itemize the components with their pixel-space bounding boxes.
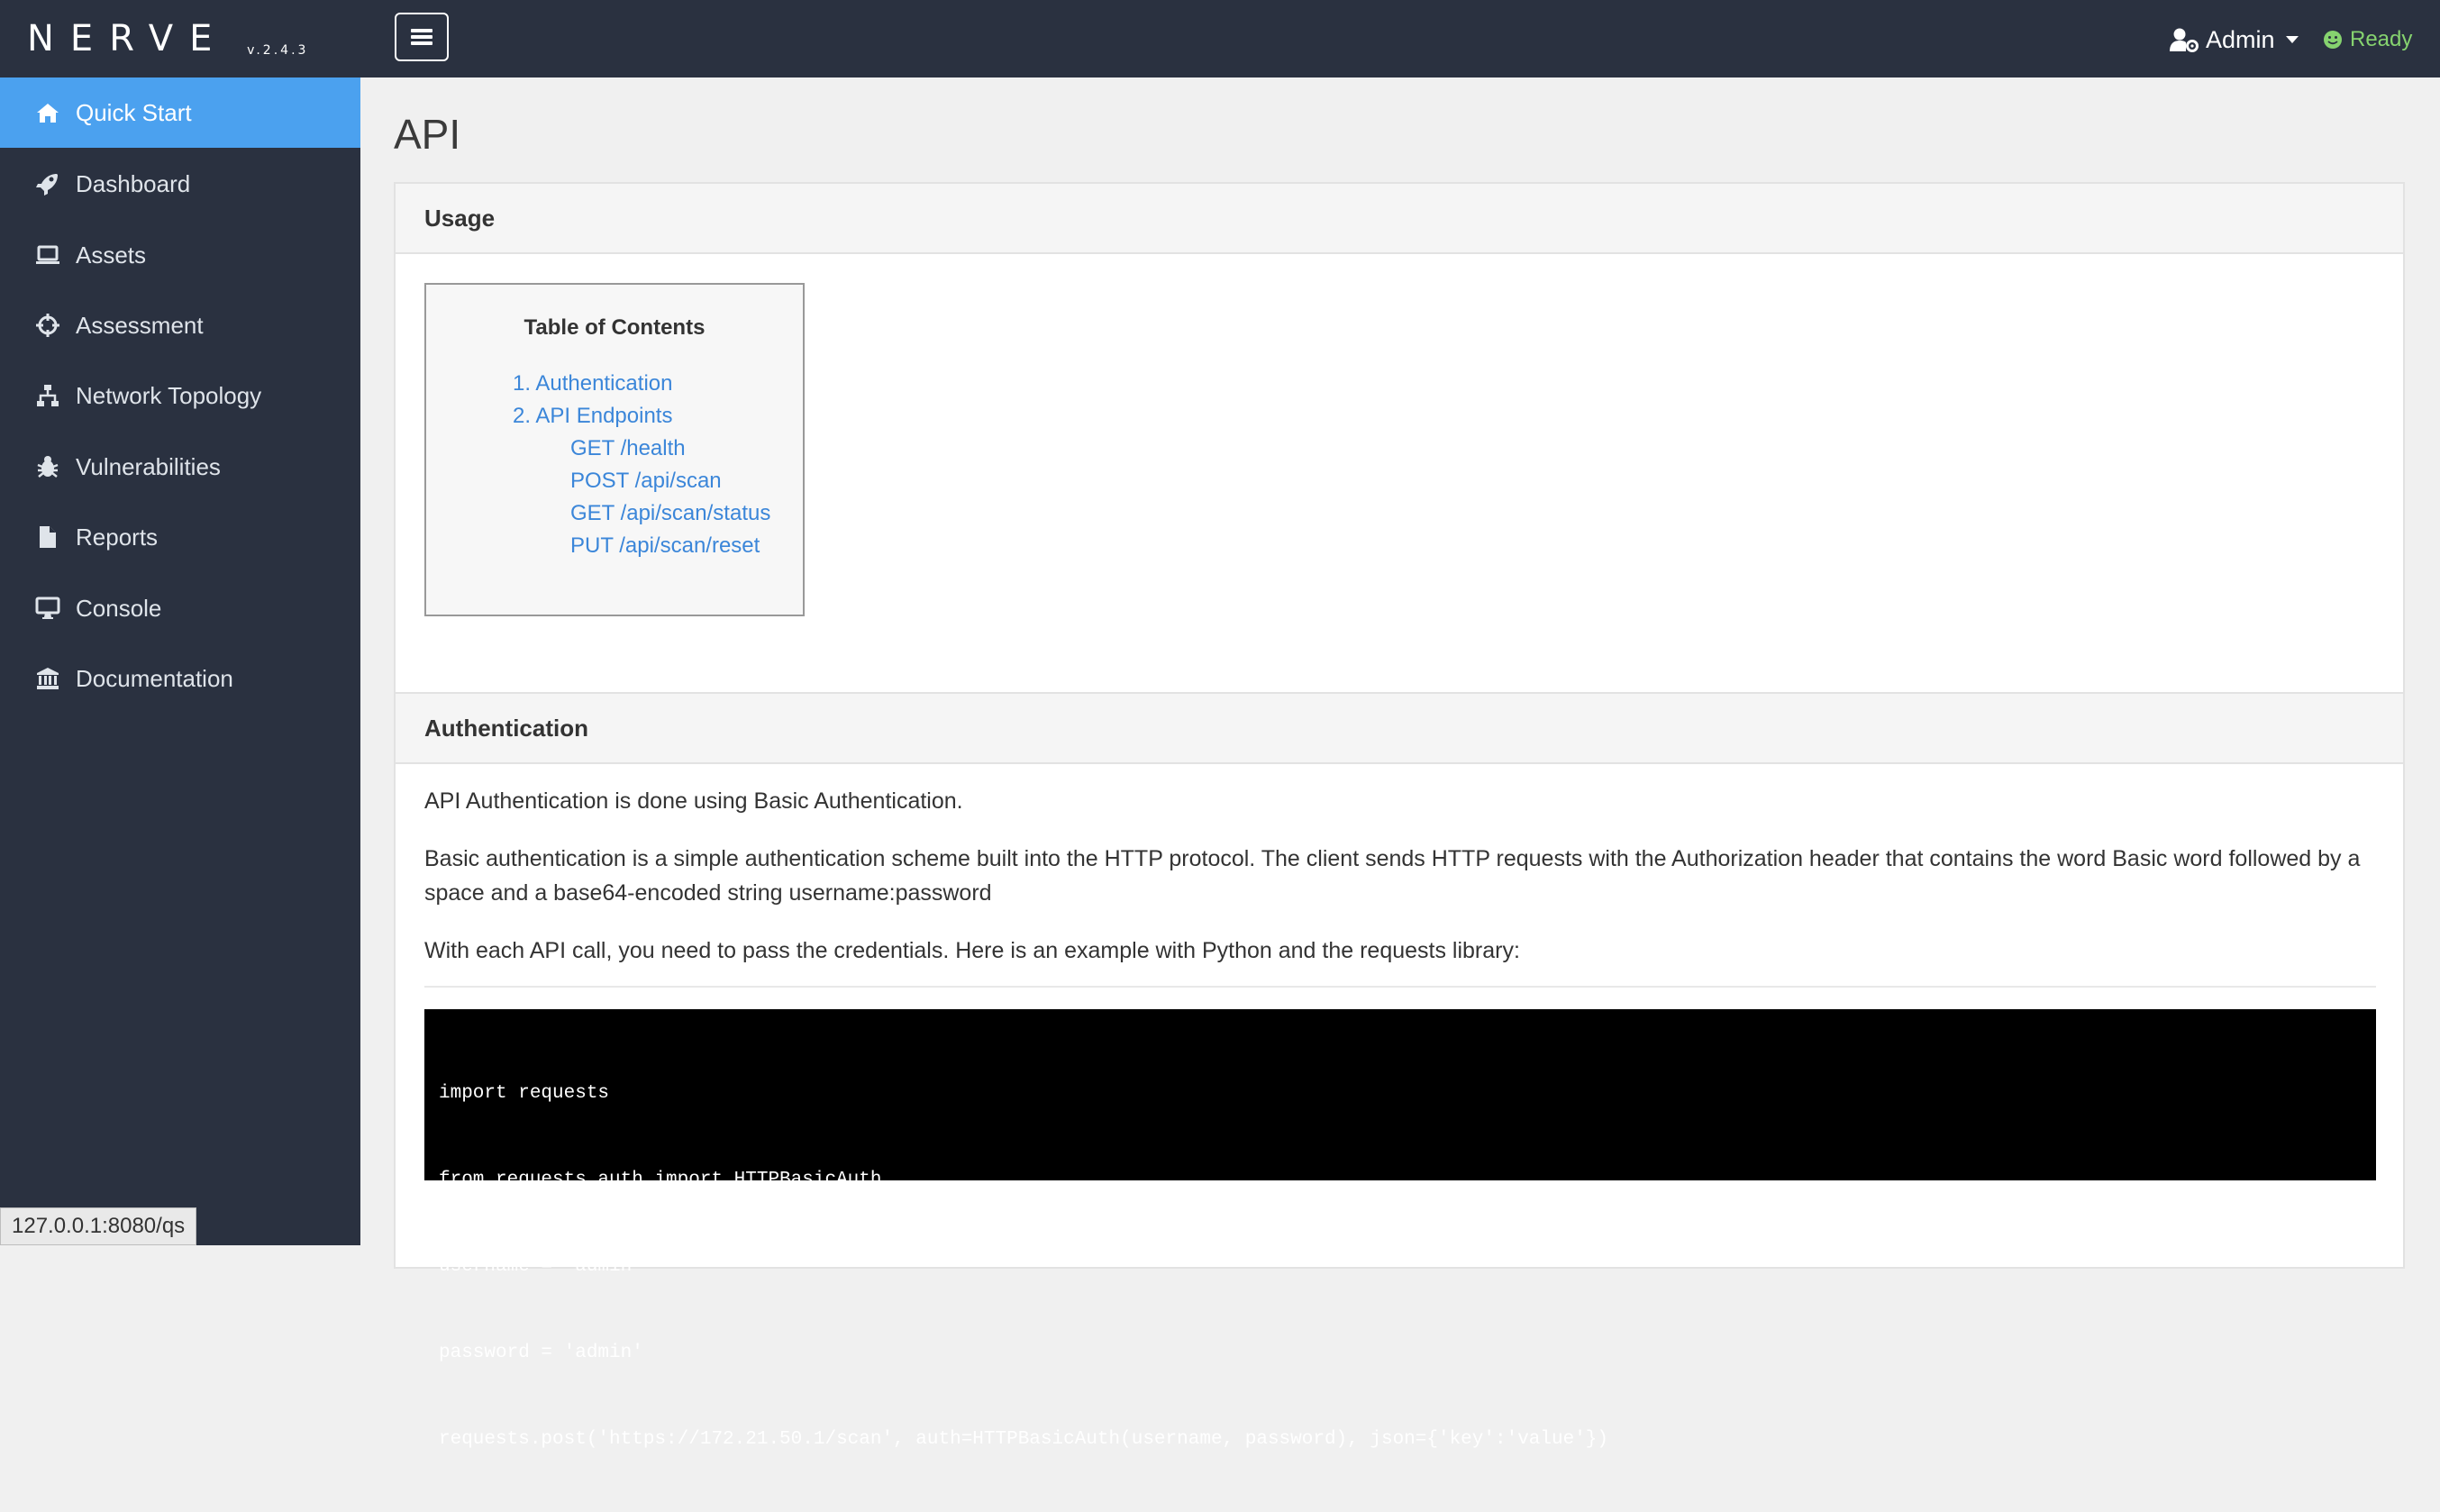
usage-card-header: Usage: [396, 184, 2403, 254]
sidebar-item-reports[interactable]: Reports: [0, 502, 360, 572]
toc-link-post-scan[interactable]: POST /api/scan: [570, 469, 722, 494]
code-line: username = 'admin': [439, 1256, 643, 1277]
sidebar-item-label: Quick Start: [76, 98, 192, 126]
sidebar-item-label: Network Topology: [76, 381, 262, 409]
user-dropdown[interactable]: Admin: [2170, 22, 2299, 58]
toc-link-api-endpoints[interactable]: 2. API Endpoints: [513, 404, 672, 429]
sidebar-item-label: Documentation: [76, 664, 233, 692]
chevron-down-icon: [2285, 36, 2299, 43]
sidebar-item-label: Vulnerabilities: [76, 452, 221, 480]
code-line: from requests.auth import HTTPBasicAuth: [439, 1170, 882, 1190]
sidebar-item-assets[interactable]: Assets: [0, 220, 360, 290]
brand-name: NERVE: [27, 18, 229, 59]
hamburger-icon: [411, 29, 432, 45]
sidebar-item-console[interactable]: Console: [0, 573, 360, 643]
user-name: Admin: [2206, 25, 2275, 53]
code-line: import requests: [439, 1083, 610, 1104]
sidebar-toggle-button[interactable]: [395, 13, 449, 61]
sidebar-item-dashboard[interactable]: Dashboard: [0, 149, 360, 219]
sidebar-item-network-topology[interactable]: Network Topology: [0, 360, 360, 431]
code-line: requests.post('https://172.21.50.1/scan'…: [439, 1429, 1609, 1450]
authentication-card: Authentication API Authentication is don…: [394, 692, 2405, 1450]
sidebar-item-assessment[interactable]: Assessment: [0, 290, 360, 360]
sidebar-item-vulnerabilities[interactable]: Vulnerabilities: [0, 432, 360, 502]
code-line: password = 'admin': [439, 1343, 643, 1363]
status-indicator: Ready: [2323, 23, 2412, 56]
main-content: API Usage Table of Contents 1. Authentic…: [360, 77, 2440, 1450]
sidebar-item-quick-start[interactable]: Quick Start: [0, 77, 360, 148]
divider: [424, 986, 2376, 988]
sidebar-item-label: Reports: [76, 523, 159, 551]
toc-link-authentication[interactable]: 1. Authentication: [513, 371, 672, 396]
auth-paragraph: Basic authentication is a simple authent…: [424, 846, 2361, 906]
sidebar-item-label: Assets: [76, 241, 147, 269]
desktop-icon: [34, 595, 61, 622]
usage-card: Usage Table of Contents 1. Authenticatio…: [394, 182, 2405, 748]
page-title: API: [394, 111, 461, 158]
toc-link-put-scan-reset[interactable]: PUT /api/scan/reset: [570, 533, 760, 559]
sidebar-item-label: Dashboard: [76, 169, 191, 197]
status-text: Ready: [2350, 27, 2413, 51]
brand-version: v.2.4.3: [247, 43, 309, 58]
user-cog-icon: [2170, 28, 2199, 52]
sidebar-item-label: Console: [76, 594, 162, 622]
laptop-icon: [34, 241, 61, 269]
toc-title: Table of Contents: [524, 315, 706, 340]
toc-link-get-scan-status[interactable]: GET /api/scan/status: [570, 501, 770, 526]
crosshairs-icon: [34, 312, 61, 339]
file-icon: [34, 524, 61, 551]
top-navbar: NERVE v.2.4.3 Admin Ready: [0, 0, 2440, 77]
sidebar-item-documentation[interactable]: Documentation: [0, 643, 360, 714]
brand-logo[interactable]: NERVE v.2.4.3: [27, 16, 308, 61]
home-icon: [34, 99, 61, 126]
toc-link-get-health[interactable]: GET /health: [570, 436, 686, 461]
bug-icon: [34, 453, 61, 480]
rocket-icon: [34, 170, 61, 197]
sidebar-item-label: Assessment: [76, 311, 204, 339]
browser-status-url: 127.0.0.1:8080/qs: [0, 1207, 197, 1245]
auth-paragraph: API Authentication is done using Basic A…: [424, 788, 963, 814]
code-block: import requests from requests.auth impor…: [424, 1009, 2376, 1450]
smile-icon: [2324, 31, 2342, 49]
table-of-contents: Table of Contents 1. Authentication 2. A…: [424, 283, 805, 616]
university-icon: [34, 665, 61, 692]
sitemap-icon: [34, 382, 61, 409]
auth-paragraph: With each API call, you need to pass the…: [424, 938, 1520, 963]
sidebar: Quick Start Dashboard Assets Assessment …: [0, 77, 360, 1245]
authentication-card-header: Authentication: [396, 694, 2403, 764]
